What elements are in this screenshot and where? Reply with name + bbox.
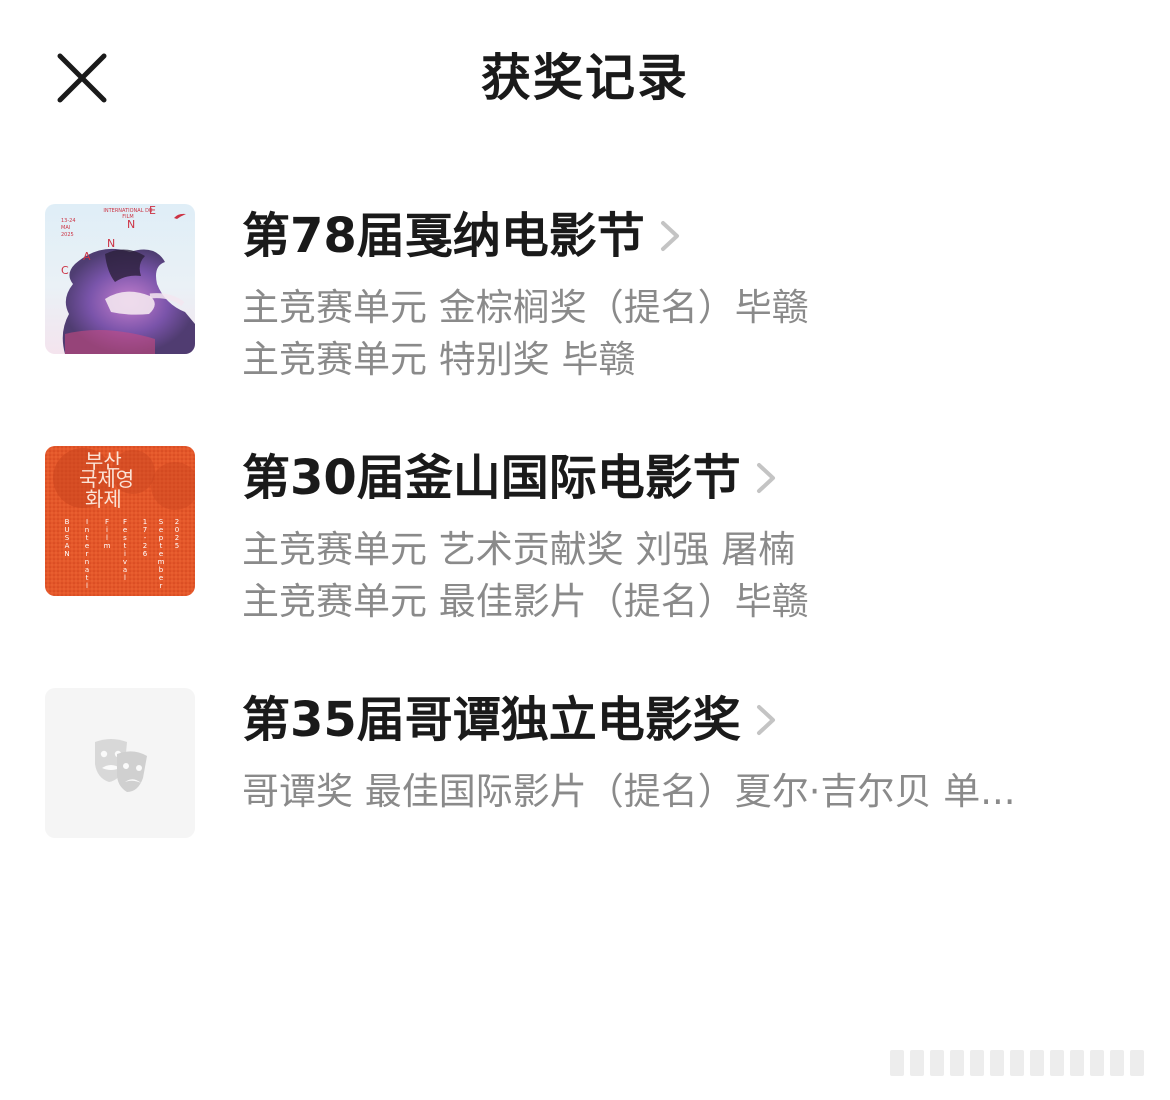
poster-letter-a: A bbox=[83, 250, 91, 263]
poster-column-7: 2025 bbox=[173, 518, 181, 550]
festival-title-row[interactable]: 第30届釜山国际电影节 bbox=[242, 446, 777, 510]
theater-masks-icon bbox=[95, 739, 147, 792]
award-detail-line: 主竞赛单元 最佳影片（提名）毕赣 bbox=[242, 580, 809, 623]
poster-letter-n2: N bbox=[127, 218, 136, 231]
poster-korean-line-3: 화제 bbox=[85, 487, 122, 511]
poster-column-5: 17-26 bbox=[141, 518, 149, 558]
chevron-right-icon bbox=[756, 705, 775, 735]
poster-letter-n1: N bbox=[107, 237, 116, 250]
palm-logo-icon bbox=[174, 213, 186, 219]
award-detail-line: 主竞赛单元 金棕榈奖（提名）毕赣 bbox=[242, 286, 809, 329]
chevron-right-icon bbox=[756, 463, 775, 493]
festival-name[interactable]: 第30届釜山国际电影节 bbox=[242, 446, 741, 510]
page-title: 获奖记录 bbox=[481, 49, 689, 107]
poster-column-3: Film bbox=[103, 518, 111, 550]
festival-poster-placeholder bbox=[45, 688, 195, 838]
festival-name[interactable]: 第78届戛纳电影节 bbox=[242, 204, 645, 268]
festival-poster-cannes: INTERNATIONAL DU FILM 13-24 MAI 2025 C A… bbox=[45, 204, 195, 354]
award-detail-line: 主竞赛单元 特别奖 毕赣 bbox=[242, 338, 636, 381]
poster-column-6: September bbox=[157, 518, 165, 590]
chevron-right-icon bbox=[660, 221, 679, 251]
festival-title-row[interactable]: 第78届戛纳电影节 bbox=[242, 204, 681, 268]
festival-title-row[interactable]: 第35届哥谭独立电影奖 bbox=[242, 688, 777, 752]
watermark bbox=[886, 1042, 1156, 1082]
award-item-cannes[interactable]: INTERNATIONAL DU FILM 13-24 MAI 2025 C A… bbox=[45, 204, 1135, 384]
poster-column-1: BUSAN bbox=[63, 518, 71, 558]
poster-dates: 13-24 MAI 2025 bbox=[61, 218, 76, 238]
festival-poster-busan: 부산 국제영 화제 BUSAN Internatl Film Festival … bbox=[45, 446, 195, 596]
festival-name[interactable]: 第35届哥谭独立电影奖 bbox=[242, 688, 741, 752]
award-detail-line: 哥谭奖 最佳国际影片（提名）夏尔·吉尔贝 单... bbox=[242, 770, 1016, 813]
top-bar: 获奖记录 bbox=[0, 0, 1170, 160]
poster-letter-e: E bbox=[149, 204, 156, 217]
poster-column-2: Internatl bbox=[83, 518, 91, 590]
award-detail-line: 主竞赛单元 艺术贡献奖 刘强 屠楠 bbox=[242, 528, 796, 571]
award-item-busan[interactable]: 부산 국제영 화제 BUSAN Internatl Film Festival … bbox=[45, 446, 1135, 626]
award-item-gotham[interactable]: 第35届哥谭独立电影奖 哥谭奖 最佳国际影片（提名）夏尔·吉尔贝 单... bbox=[45, 688, 1135, 838]
poster-letter-c: C bbox=[61, 264, 69, 277]
poster-column-4: Festival bbox=[121, 518, 129, 582]
